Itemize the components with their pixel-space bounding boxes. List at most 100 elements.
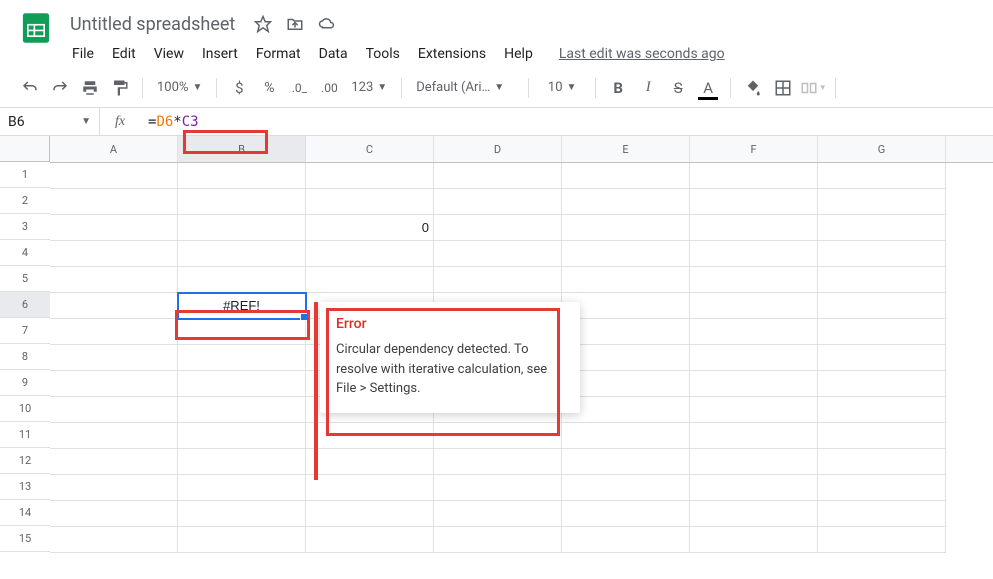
cell-A1[interactable] <box>50 163 178 189</box>
cell-D4[interactable] <box>434 241 562 267</box>
bold-button[interactable]: B <box>604 74 632 102</box>
cell-F5[interactable] <box>690 267 818 293</box>
menu-extensions[interactable]: Extensions <box>410 42 494 66</box>
cell-F14[interactable] <box>690 501 818 527</box>
menu-edit[interactable]: Edit <box>104 42 144 66</box>
cell-F12[interactable] <box>690 449 818 475</box>
percent-button[interactable]: % <box>255 74 283 102</box>
cell-E6[interactable] <box>562 293 690 319</box>
cell-A11[interactable] <box>50 423 178 449</box>
cell-G4[interactable] <box>818 241 946 267</box>
cell-F15[interactable] <box>690 527 818 553</box>
fill-color-button[interactable] <box>739 74 767 102</box>
menu-help[interactable]: Help <box>496 42 541 66</box>
more-formats-dropdown[interactable]: 123▼ <box>345 74 393 102</box>
zoom-dropdown[interactable]: 100%▼ <box>151 74 208 102</box>
print-button[interactable] <box>76 74 104 102</box>
row-header-8[interactable]: 8 <box>0 344 50 370</box>
cell-E15[interactable] <box>562 527 690 553</box>
font-dropdown[interactable]: Default (Ari…▼ <box>410 74 520 102</box>
cell-C13[interactable] <box>306 475 434 501</box>
cell-G7[interactable] <box>818 319 946 345</box>
cell-C3[interactable]: 0 <box>306 215 434 241</box>
cell-C15[interactable] <box>306 527 434 553</box>
col-header-F[interactable]: F <box>690 136 818 162</box>
row-header-12[interactable]: 12 <box>0 448 50 474</box>
move-icon[interactable] <box>285 14 305 34</box>
cell-D13[interactable] <box>434 475 562 501</box>
menu-insert[interactable]: Insert <box>194 42 246 66</box>
cell-E7[interactable] <box>562 319 690 345</box>
cell-A8[interactable] <box>50 345 178 371</box>
row-header-15[interactable]: 15 <box>0 526 50 552</box>
col-header-G[interactable]: G <box>818 136 946 162</box>
paint-format-button[interactable] <box>106 74 134 102</box>
cell-F7[interactable] <box>690 319 818 345</box>
cell-A7[interactable] <box>50 319 178 345</box>
cell-E4[interactable] <box>562 241 690 267</box>
row-header-5[interactable]: 5 <box>0 266 50 292</box>
menu-data[interactable]: Data <box>311 42 356 66</box>
text-color-button[interactable]: A <box>694 74 722 102</box>
cell-G2[interactable] <box>818 189 946 215</box>
cell-E5[interactable] <box>562 267 690 293</box>
cell-F2[interactable] <box>690 189 818 215</box>
cell-F11[interactable] <box>690 423 818 449</box>
doc-title[interactable]: Untitled spreadsheet <box>64 12 241 37</box>
cell-G1[interactable] <box>818 163 946 189</box>
row-header-13[interactable]: 13 <box>0 474 50 500</box>
last-edit-link[interactable]: Last edit was seconds ago <box>559 46 725 62</box>
cell-E8[interactable] <box>562 345 690 371</box>
font-size-dropdown[interactable]: 10▼ <box>537 74 587 102</box>
cell-B12[interactable] <box>178 449 306 475</box>
cell-C4[interactable] <box>306 241 434 267</box>
cell-D11[interactable] <box>434 423 562 449</box>
cell-A9[interactable] <box>50 371 178 397</box>
cell-B15[interactable] <box>178 527 306 553</box>
cell-E11[interactable] <box>562 423 690 449</box>
col-header-A[interactable]: A <box>50 136 178 162</box>
cell-G5[interactable] <box>818 267 946 293</box>
merge-cells-button[interactable]: ▼ <box>799 74 827 102</box>
cell-G12[interactable] <box>818 449 946 475</box>
col-header-C[interactable]: C <box>306 136 434 162</box>
cell-C2[interactable] <box>306 189 434 215</box>
cell-G8[interactable] <box>818 345 946 371</box>
cell-B4[interactable] <box>178 241 306 267</box>
cell-G13[interactable] <box>818 475 946 501</box>
cell-A6[interactable] <box>50 293 178 319</box>
cell-C12[interactable] <box>306 449 434 475</box>
cell-D12[interactable] <box>434 449 562 475</box>
cell-C1[interactable] <box>306 163 434 189</box>
cell-F1[interactable] <box>690 163 818 189</box>
cell-G6[interactable] <box>818 293 946 319</box>
cell-B9[interactable] <box>178 371 306 397</box>
cell-D2[interactable] <box>434 189 562 215</box>
cell-F13[interactable] <box>690 475 818 501</box>
cloud-status-icon[interactable] <box>317 14 337 34</box>
cell-G15[interactable] <box>818 527 946 553</box>
row-header-7[interactable]: 7 <box>0 318 50 344</box>
cell-A14[interactable] <box>50 501 178 527</box>
cell-B3[interactable] <box>178 215 306 241</box>
cell-F10[interactable] <box>690 397 818 423</box>
cell-B13[interactable] <box>178 475 306 501</box>
row-header-14[interactable]: 14 <box>0 500 50 526</box>
cell-B14[interactable] <box>178 501 306 527</box>
col-header-D[interactable]: D <box>434 136 562 162</box>
cell-C5[interactable] <box>306 267 434 293</box>
cell-G9[interactable] <box>818 371 946 397</box>
cell-E9[interactable] <box>562 371 690 397</box>
formula-input[interactable]: =D6*C3 <box>140 114 993 130</box>
cell-A5[interactable] <box>50 267 178 293</box>
cell-A4[interactable] <box>50 241 178 267</box>
row-header-10[interactable]: 10 <box>0 396 50 422</box>
cell-E12[interactable] <box>562 449 690 475</box>
cell-G14[interactable] <box>818 501 946 527</box>
cell-B2[interactable] <box>178 189 306 215</box>
increase-decimal-button[interactable]: .00 <box>315 74 343 102</box>
row-header-2[interactable]: 2 <box>0 188 50 214</box>
cell-B5[interactable] <box>178 267 306 293</box>
col-header-E[interactable]: E <box>562 136 690 162</box>
select-all-corner[interactable] <box>0 136 50 162</box>
